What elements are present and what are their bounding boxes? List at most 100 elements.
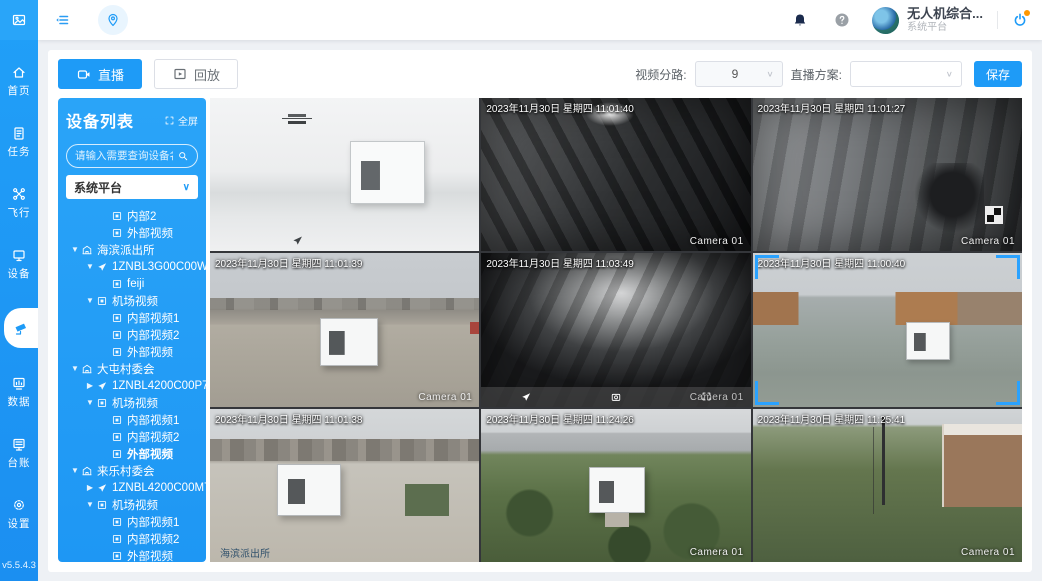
tree-item-海滨派出所[interactable]: ▼海滨派出所 <box>58 241 206 258</box>
sidebar-item-台账[interactable]: 台账 <box>0 436 38 470</box>
tree-item-label: 外部视频 <box>127 344 173 360</box>
video-icon <box>111 210 123 222</box>
platform-select-value: 系统平台 <box>74 179 122 196</box>
video-cell-6[interactable]: 2023年11月30日 星期四 11:00:40 <box>753 253 1022 406</box>
playback-icon <box>172 66 188 82</box>
tree-item-1ZNBL3G00C00WR[interactable]: ▼ 1ZNBL3G00C00WR <box>58 258 206 275</box>
tree-item-label: 外部视频 <box>127 446 173 462</box>
help-icon[interactable] <box>834 12 850 28</box>
video-cell-2[interactable]: 2023年11月30日 星期四 11:01:40Camera 01 <box>481 98 750 251</box>
tree-item-label: feiji <box>127 278 144 290</box>
platform-select[interactable]: 系统平台 ∨ <box>66 175 198 199</box>
split-screen-select[interactable]: 9 ∨ <box>695 61 783 87</box>
video-cell-5[interactable]: 2023年11月30日 星期四 11:03:49Camera 01 <box>481 253 750 406</box>
sidebar-nav: 首页任务飞行设备数据台账设置 <box>0 40 38 560</box>
tree-item-feiji[interactable]: feiji <box>58 275 206 292</box>
tree-item-大屯村委会[interactable]: ▼ 大屯村委会 <box>58 360 206 377</box>
sidebar-item-设备[interactable]: 设备 <box>0 247 38 281</box>
caret-down-icon[interactable]: ▼ <box>85 262 95 271</box>
tree-item-1ZNBL4200C00P7[interactable]: ▶1ZNBL4200C00P7 <box>58 377 206 394</box>
tree-item-机场视频[interactable]: ▼ 机场视频 <box>58 292 206 309</box>
split-screen-value: 9 <box>704 67 767 81</box>
sidebar-item-飞行[interactable]: 飞行 <box>0 186 38 220</box>
sidebar-item-label: 数据 <box>8 394 31 409</box>
video-cell-1[interactable] <box>210 98 479 251</box>
data-icon <box>11 375 27 391</box>
tree-item-内部视频1[interactable]: 内部视频1 <box>58 411 206 428</box>
device-icon <box>11 247 27 263</box>
expand-icon[interactable] <box>701 391 712 402</box>
camera-label: Camera 01 <box>961 236 1015 247</box>
caret-down-icon[interactable]: ▼ <box>85 500 95 509</box>
device-search-input[interactable] <box>75 150 173 162</box>
sidebar-item-首页[interactable]: 首页 <box>0 64 38 98</box>
live-plan-select[interactable]: ∨ <box>850 61 962 87</box>
notification-bell-icon[interactable] <box>792 12 808 28</box>
tree-item-内部2[interactable]: 内部2 <box>58 207 206 224</box>
snapshot-icon[interactable] <box>610 391 622 403</box>
video-cell-9[interactable]: 2023年11月30日 星期四 11:25:41Camera 01 <box>753 409 1022 562</box>
sidebar-item-label: 设备 <box>8 266 31 281</box>
tree-item-外部视频[interactable]: 外部视频 <box>58 224 206 241</box>
toolbar-right: 视频分路: 9 ∨ 直播方案: ∨ 保存 <box>635 61 1022 87</box>
content-area: 设备列表 全屏 系统平台 ∨ 内部2外部视频▼海滨派出所▼1ZNBL3G00C0… <box>58 98 1022 562</box>
tree-item-机场视频[interactable]: ▼ 机场视频 <box>58 496 206 513</box>
tree-item-内部视频2[interactable]: 内部视频2 <box>58 530 206 547</box>
tab-playback[interactable]: 回放 <box>154 59 238 89</box>
caret-down-icon[interactable]: ▼ <box>70 364 80 373</box>
chevron-down-icon: ∨ <box>183 182 190 193</box>
caret-right-icon[interactable]: ▶ <box>85 483 95 492</box>
location-pin-icon[interactable] <box>98 5 128 35</box>
camera-label: Camera 01 <box>961 547 1015 558</box>
send-drone-icon[interactable] <box>520 391 532 403</box>
fullscreen-button[interactable]: 全屏 <box>164 113 198 128</box>
sidebar-item-数据[interactable]: 数据 <box>0 375 38 409</box>
task-icon <box>11 125 27 141</box>
tree-item-内部视频2[interactable]: 内部视频2 <box>58 326 206 343</box>
caret-down-icon[interactable]: ▼ <box>70 245 80 254</box>
tree-item-label: 大屯村委会 <box>97 361 155 377</box>
sidebar-item-设置[interactable]: 设置 <box>0 497 38 531</box>
tree-item-外部视频[interactable]: 外部视频 <box>58 547 206 562</box>
tree-item-label: 来乐村委会 <box>97 463 155 479</box>
tree-item-内部视频2[interactable]: 内部视频2 <box>58 428 206 445</box>
user-avatar[interactable] <box>872 7 899 34</box>
device-list-panel: 设备列表 全屏 系统平台 ∨ 内部2外部视频▼海滨派出所▼1ZNBL3G00C0… <box>58 98 206 562</box>
sidebar-item-monitor[interactable] <box>4 308 38 348</box>
send-drone-icon[interactable] <box>291 234 304 247</box>
tree-item-外部视频[interactable]: 外部视频 <box>58 343 206 360</box>
search-icon[interactable] <box>177 150 189 162</box>
video-cell-4[interactable]: 2023年11月30日 星期四 11:01:39Camera 01 <box>210 253 479 406</box>
tree-item-label: 外部视频 <box>127 548 173 563</box>
video-icon <box>96 397 108 409</box>
logout-power-icon[interactable] <box>1012 12 1028 28</box>
tree-item-来乐村委会[interactable]: ▼ 来乐村委会 <box>58 462 206 479</box>
chevron-down-icon: ∨ <box>946 70 953 79</box>
camera-label: Camera 01 <box>690 547 744 558</box>
tree-item-内部视频1[interactable]: 内部视频1 <box>58 513 206 530</box>
gear-icon <box>11 497 27 513</box>
tree-item-机场视频[interactable]: ▼机场视频 <box>58 394 206 411</box>
caret-down-icon[interactable]: ▼ <box>70 466 80 475</box>
tab-live[interactable]: 直播 <box>58 59 142 89</box>
chevron-down-icon: ∨ <box>766 70 773 79</box>
video-cell-8[interactable]: 2023年11月30日 星期四 11:24:26Camera 01 <box>481 409 750 562</box>
tree-item-内部视频1[interactable]: 内部视频1 <box>58 309 206 326</box>
caret-down-icon[interactable]: ▼ <box>85 398 95 407</box>
video-icon <box>111 278 123 290</box>
tree-item-label: 1ZNBL3G00C00WR <box>112 261 206 273</box>
tree-item-label: 机场视频 <box>112 497 158 513</box>
caret-right-icon[interactable]: ▶ <box>85 381 95 390</box>
platform-title: 无人机综合... <box>907 6 983 22</box>
video-cell-3[interactable]: 2023年11月30日 星期四 11:01:27Camera 01 <box>753 98 1022 251</box>
video-cell-7[interactable]: 2023年11月30日 星期四 11:01:38海滨派出所 <box>210 409 479 562</box>
tree-item-外部视频[interactable]: 外部视频 <box>58 445 206 462</box>
save-button[interactable]: 保存 <box>974 61 1022 87</box>
uav-icon <box>96 380 108 392</box>
collapse-menu-icon[interactable] <box>54 12 70 28</box>
sidebar-item-任务[interactable]: 任务 <box>0 125 38 159</box>
uav-icon <box>96 261 108 273</box>
caret-down-icon[interactable]: ▼ <box>85 296 95 305</box>
tree-item-label: 机场视频 <box>112 293 158 309</box>
tree-item-1ZNBL4200C00M7[interactable]: ▶1ZNBL4200C00M7 <box>58 479 206 496</box>
